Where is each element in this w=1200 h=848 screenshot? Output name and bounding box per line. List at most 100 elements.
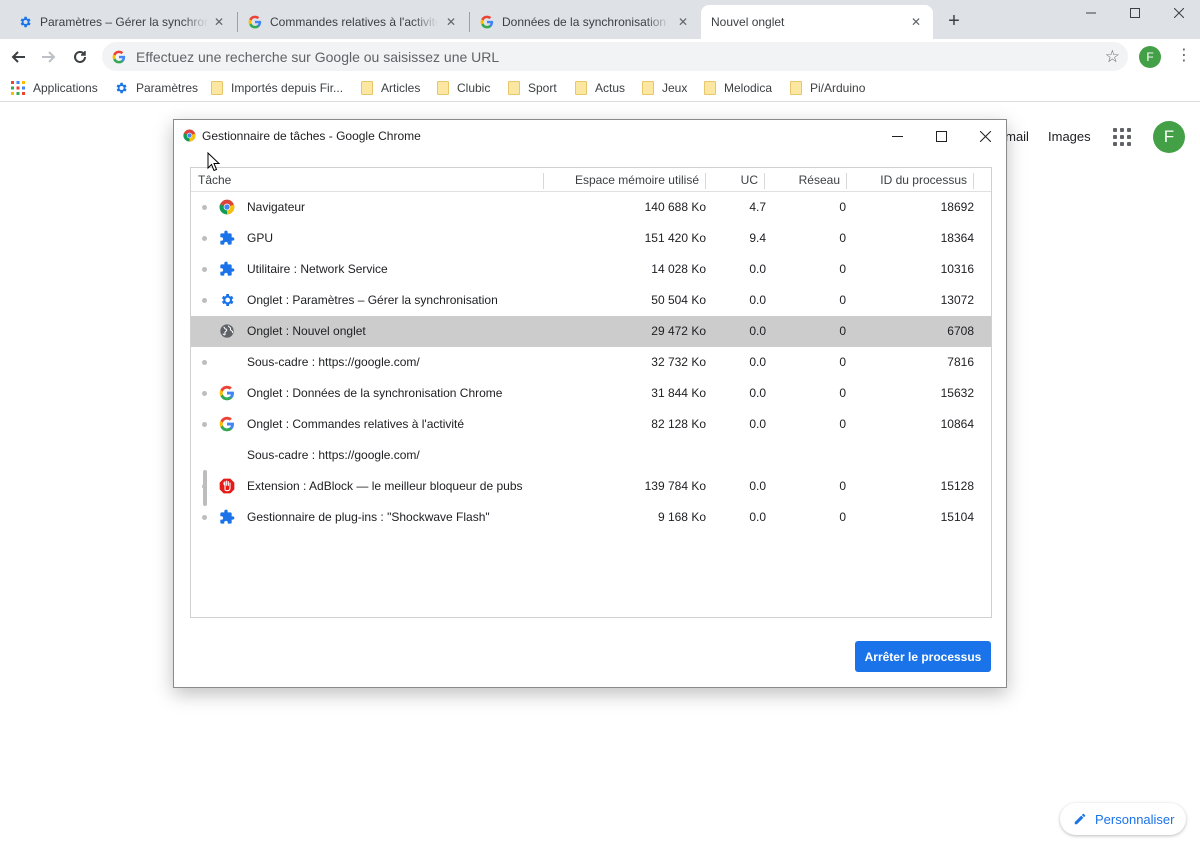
bookmark-folder-imported[interactable]: Importés depuis Fir...: [211, 79, 343, 97]
back-button[interactable]: [7, 46, 29, 68]
task-network: 0: [839, 262, 846, 276]
task-memory: 50 504 Ko: [651, 293, 706, 307]
profile-avatar[interactable]: F: [1139, 46, 1161, 68]
forward-button[interactable]: [38, 46, 60, 68]
minimize-icon: [891, 135, 903, 137]
reload-icon: [74, 50, 86, 63]
maximize-dialog-button[interactable]: [919, 123, 963, 149]
row-bullet: [202, 360, 207, 365]
column-divider[interactable]: [846, 173, 847, 189]
tab-sync-data[interactable]: Données de la synchronisation Chrome ✕: [470, 5, 700, 39]
mouse-cursor-icon: [207, 152, 221, 172]
images-link[interactable]: Images: [1048, 129, 1091, 144]
omnibox[interactable]: Effectuez une recherche sur Google ou sa…: [102, 42, 1128, 71]
task-row[interactable]: Gestionnaire de plug-ins : "Shockwave Fl…: [191, 502, 991, 533]
new-tab-button[interactable]: +: [944, 11, 964, 31]
column-divider[interactable]: [543, 173, 544, 189]
customize-button[interactable]: Personnaliser: [1060, 803, 1186, 835]
bookmark-folder-clubic[interactable]: Clubic: [437, 79, 490, 97]
column-header-memory[interactable]: Espace mémoire utilisé: [551, 168, 699, 192]
bookmark-applications[interactable]: Applications: [11, 79, 98, 97]
bookmark-parametres[interactable]: Paramètres: [114, 79, 198, 97]
column-header-cpu[interactable]: UC: [711, 168, 758, 192]
minimize-icon: [1086, 12, 1096, 14]
task-row[interactable]: Navigateur 140 688 Ko 4.7 0 18692: [191, 192, 991, 223]
task-pid: 15104: [940, 510, 974, 524]
maximize-icon: [1130, 8, 1140, 18]
bookmark-folder-actus[interactable]: Actus: [575, 79, 625, 97]
column-divider[interactable]: [764, 173, 765, 189]
task-pid: 10316: [940, 262, 974, 276]
bookmark-label: Importés depuis Fir...: [231, 81, 344, 95]
close-tab-icon[interactable]: ✕: [212, 15, 226, 29]
task-row[interactable]: Onglet : Nouvel onglet 29 472 Ko 0.0 0 6708: [191, 316, 991, 347]
task-row[interactable]: Extension : AdBlock — le meilleur bloque…: [191, 471, 991, 502]
maximize-icon: [935, 130, 947, 142]
maximize-window-button[interactable]: [1112, 0, 1158, 26]
chrome-icon: [183, 129, 196, 142]
column-header-network[interactable]: Réseau: [771, 168, 840, 192]
task-network: 0: [839, 355, 846, 369]
column-divider[interactable]: [705, 173, 706, 189]
google-g-icon: [219, 385, 235, 401]
chrome-icon: [219, 199, 235, 215]
bookmark-folder-pi-arduino[interactable]: Pi/Arduino: [790, 79, 865, 97]
row-bullet: [202, 298, 207, 303]
bookmark-label: Applications: [33, 81, 98, 95]
folder-icon: [704, 81, 716, 95]
close-dialog-button[interactable]: [963, 123, 1007, 149]
close-icon: [979, 130, 991, 142]
task-name: Onglet : Données de la synchronisation C…: [247, 386, 503, 400]
chrome-menu-icon[interactable]: ⋮: [1176, 45, 1192, 67]
folder-icon: [437, 81, 449, 95]
adblock-icon: [219, 478, 235, 494]
close-tab-icon[interactable]: ✕: [444, 15, 458, 29]
task-row[interactable]: Utilitaire : Network Service 14 028 Ko 0.0…: [191, 254, 991, 285]
gear-icon: [116, 82, 127, 94]
close-tab-icon[interactable]: ✕: [909, 15, 923, 29]
task-cpu: 0.0: [749, 479, 766, 493]
column-divider[interactable]: [973, 173, 974, 189]
task-row[interactable]: Sous-cadre : https://google.com/32 732 K…: [191, 347, 991, 378]
close-tab-icon[interactable]: ✕: [676, 15, 690, 29]
tab-settings-sync[interactable]: Paramètres – Gérer la synchronisation ✕: [8, 5, 236, 39]
pencil-icon: [1074, 813, 1086, 825]
minimize-dialog-button[interactable]: [875, 123, 919, 149]
bookmark-star-icon[interactable]: ☆: [1105, 47, 1120, 67]
end-process-button[interactable]: Arrêter le processus: [855, 641, 991, 672]
column-header-pid[interactable]: ID du processus: [853, 168, 967, 192]
table-header: Tâche Espace mémoire utilisé UC Réseau I…: [191, 168, 991, 192]
tab-new-tab[interactable]: Nouvel onglet ✕: [701, 5, 933, 39]
task-cpu: 0.0: [749, 386, 766, 400]
task-network: 0: [839, 386, 846, 400]
task-name: Extension : AdBlock — le meilleur bloque…: [247, 479, 523, 493]
bookmark-label: Pi/Arduino: [810, 81, 866, 95]
puzzle-icon: [219, 261, 235, 277]
google-g-icon: [248, 15, 262, 29]
reload-button[interactable]: [69, 46, 91, 68]
bookmark-folder-sport[interactable]: Sport: [508, 79, 557, 97]
folder-icon: [508, 81, 520, 95]
task-pid: 18364: [940, 231, 974, 245]
close-window-button[interactable]: [1156, 0, 1200, 26]
task-name: Gestionnaire de plug-ins : "Shockwave Fl…: [247, 510, 490, 524]
task-pid: 15128: [940, 479, 974, 493]
task-row[interactable]: Onglet : Commandes relatives à l'activit…: [191, 409, 991, 440]
bookmark-folder-jeux[interactable]: Jeux: [642, 79, 687, 97]
task-row[interactable]: Sous-cadre : https://google.com/: [191, 440, 991, 471]
bookmark-folder-articles[interactable]: Articles: [361, 79, 420, 97]
task-row[interactable]: Onglet : Données de la synchronisation C…: [191, 378, 991, 409]
tab-title: Paramètres – Gérer la synchronisation: [40, 15, 208, 29]
task-cpu: 9.4: [749, 231, 766, 245]
row-bullet: [202, 422, 207, 427]
globe-icon: [219, 323, 235, 339]
tab-activity-controls[interactable]: Commandes relatives à l'activité ✕: [238, 5, 468, 39]
task-row[interactable]: Onglet : Paramètres – Gérer la synchroni…: [191, 285, 991, 316]
account-avatar[interactable]: F: [1153, 121, 1185, 153]
task-memory: 32 732 Ko: [651, 355, 706, 369]
bookmark-folder-melodica[interactable]: Melodica: [704, 79, 772, 97]
task-row[interactable]: GPU 151 420 Ko 9.4 0 18364: [191, 223, 991, 254]
google-apps-icon[interactable]: [1113, 128, 1131, 146]
minimize-window-button[interactable]: [1068, 0, 1114, 26]
task-network: 0: [839, 200, 846, 214]
